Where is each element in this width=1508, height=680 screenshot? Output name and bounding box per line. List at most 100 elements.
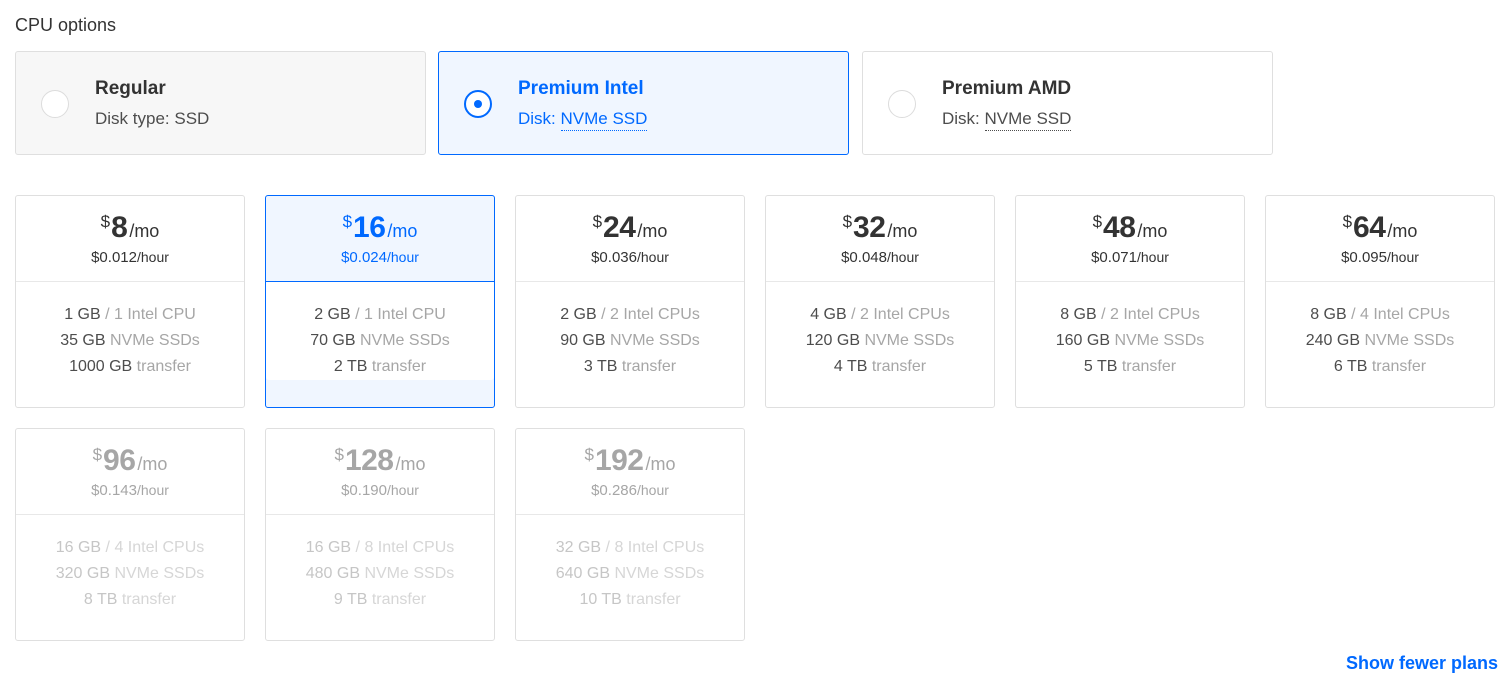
spec-disk: 70 GB NVMe SSDs bbox=[266, 328, 494, 354]
currency-symbol: $ bbox=[334, 445, 344, 464]
plan-card-32[interactable]: $32/mo $0.048/hour 4 GB / 2 Intel CPUs 1… bbox=[765, 195, 995, 408]
radio-button-selected[interactable] bbox=[464, 90, 492, 118]
spec-disk-type: NVMe SSDs bbox=[610, 332, 700, 349]
hourly-price: $0.190/hour bbox=[266, 481, 494, 500]
spec-cpu: / 4 Intel CPUs bbox=[105, 539, 205, 556]
spec-transfer-label: transfer bbox=[626, 591, 681, 608]
hourly-unit: /hour bbox=[386, 249, 419, 265]
price-amount: 48 bbox=[1103, 211, 1136, 244]
plan-specs: 8 GB / 4 Intel CPUs 240 GB NVMe SSDs 6 T… bbox=[1266, 282, 1494, 380]
plan-price-header: $128/mo $0.190/hour bbox=[266, 429, 494, 515]
plan-price-header: $16/mo $0.024/hour bbox=[266, 196, 494, 282]
plan-card-96[interactable]: $96/mo $0.143/hour 16 GB / 4 Intel CPUs … bbox=[15, 428, 245, 641]
hourly-unit: /hour bbox=[886, 249, 919, 265]
disk-value-tooltip[interactable]: NVMe SSD bbox=[984, 109, 1072, 131]
price-period: /mo bbox=[1137, 221, 1168, 241]
monthly-price: $8/mo bbox=[16, 210, 244, 246]
spec-disk-size: 160 GB bbox=[1055, 332, 1110, 349]
spec-disk-size: 35 GB bbox=[60, 332, 106, 349]
radio-button[interactable] bbox=[888, 90, 916, 118]
plan-price-header: $64/mo $0.095/hour bbox=[1266, 196, 1494, 282]
spec-transfer: 1000 GB transfer bbox=[16, 354, 244, 380]
spec-memory-cpu: 2 GB / 1 Intel CPU bbox=[266, 302, 494, 328]
currency-symbol: $ bbox=[92, 445, 103, 464]
spec-ram: 2 GB bbox=[314, 306, 351, 323]
spec-cpu: / 1 Intel CPU bbox=[355, 306, 446, 323]
plan-card-8[interactable]: $8/mo $0.012/hour 1 GB / 1 Intel CPU 35 … bbox=[15, 195, 245, 408]
hourly-unit: /hour bbox=[1386, 249, 1419, 265]
spec-cpu: / 4 Intel CPUs bbox=[1351, 306, 1450, 323]
spec-ram: 1 GB bbox=[64, 306, 101, 323]
price-amount: 16 bbox=[353, 211, 386, 244]
spec-transfer-label: transfer bbox=[1121, 358, 1177, 375]
spec-transfer-label: transfer bbox=[871, 358, 927, 375]
price-period: /mo bbox=[129, 221, 160, 241]
price-period: /mo bbox=[387, 221, 418, 241]
spec-disk: 120 GB NVMe SSDs bbox=[766, 328, 994, 354]
spec-transfer: 5 TB transfer bbox=[1016, 354, 1244, 380]
cpu-option-disk: Disk: NVMe SSD bbox=[942, 108, 1072, 131]
spec-disk-size: 320 GB bbox=[55, 565, 110, 582]
hourly-amount: $0.143 bbox=[91, 482, 137, 499]
plan-price-header: $192/mo $0.286/hour bbox=[516, 429, 744, 515]
plan-card-48[interactable]: $48/mo $0.071/hour 8 GB / 2 Intel CPUs 1… bbox=[1015, 195, 1245, 408]
hourly-amount: $0.036 bbox=[591, 249, 637, 266]
hourly-price: $0.024/hour bbox=[266, 248, 494, 267]
plan-card-64[interactable]: $64/mo $0.095/hour 8 GB / 4 Intel CPUs 2… bbox=[1265, 195, 1495, 408]
plan-card-24[interactable]: $24/mo $0.036/hour 2 GB / 2 Intel CPUs 9… bbox=[515, 195, 745, 408]
currency-symbol: $ bbox=[592, 212, 603, 231]
cpu-option-title: Premium AMD bbox=[942, 78, 1072, 99]
spec-transfer-label: transfer bbox=[371, 358, 427, 375]
spec-disk: 240 GB NVMe SSDs bbox=[1266, 328, 1494, 354]
monthly-price: $128/mo bbox=[266, 443, 494, 479]
spec-disk-type: NVMe SSDs bbox=[614, 565, 705, 582]
disk-value-tooltip[interactable]: NVMe SSD bbox=[560, 109, 648, 131]
monthly-price: $192/mo bbox=[516, 443, 744, 479]
plan-price-header: $96/mo $0.143/hour bbox=[16, 429, 244, 515]
currency-symbol: $ bbox=[584, 445, 594, 464]
spec-disk-size: 90 GB bbox=[560, 332, 606, 349]
spec-transfer-label: transfer bbox=[121, 591, 177, 608]
price-period: /mo bbox=[887, 221, 918, 241]
price-period: /mo bbox=[137, 454, 168, 474]
spec-disk-type: NVMe SSDs bbox=[1364, 332, 1455, 349]
spec-transfer-amount: 9 TB bbox=[333, 591, 368, 608]
plan-card-128[interactable]: $128/mo $0.190/hour 16 GB / 8 Intel CPUs… bbox=[265, 428, 495, 641]
hourly-amount: $0.024 bbox=[341, 249, 387, 266]
cpu-option-regular[interactable]: Regular Disk type: SSD bbox=[15, 51, 426, 155]
currency-symbol: $ bbox=[1342, 212, 1353, 231]
spec-transfer-amount: 1000 GB bbox=[69, 358, 133, 375]
monthly-price: $96/mo bbox=[16, 443, 244, 479]
plan-card-192[interactable]: $192/mo $0.286/hour 32 GB / 8 Intel CPUs… bbox=[515, 428, 745, 641]
spec-memory-cpu: 8 GB / 4 Intel CPUs bbox=[1266, 302, 1494, 328]
currency-symbol: $ bbox=[1092, 212, 1103, 231]
currency-symbol: $ bbox=[342, 212, 353, 231]
hourly-unit: /hour bbox=[636, 249, 669, 265]
spec-transfer: 2 TB transfer bbox=[266, 354, 494, 380]
spec-transfer: 8 TB transfer bbox=[16, 587, 244, 613]
price-period: /mo bbox=[395, 454, 426, 474]
cpu-option-premium-intel[interactable]: Premium Intel Disk: NVMe SSD bbox=[438, 51, 849, 155]
disk-label: Disk: bbox=[942, 109, 980, 128]
spec-transfer-label: transfer bbox=[371, 591, 427, 608]
spec-transfer-label: transfer bbox=[1371, 358, 1427, 375]
spec-disk-type: NVMe SSDs bbox=[360, 332, 450, 349]
spec-ram: 8 GB bbox=[1060, 306, 1097, 323]
currency-symbol: $ bbox=[100, 212, 111, 231]
radio-button[interactable] bbox=[41, 90, 69, 118]
hourly-amount: $0.190 bbox=[341, 482, 387, 499]
cpu-option-title: Regular bbox=[95, 78, 166, 99]
hourly-unit: /hour bbox=[136, 482, 169, 498]
monthly-price: $32/mo bbox=[766, 210, 994, 246]
cpu-option-premium-amd[interactable]: Premium AMD Disk: NVMe SSD bbox=[862, 51, 1273, 155]
disk-value: SSD bbox=[174, 109, 210, 128]
hourly-price: $0.143/hour bbox=[16, 481, 244, 500]
cpu-option-title: Premium Intel bbox=[518, 78, 644, 99]
spec-disk: 320 GB NVMe SSDs bbox=[16, 561, 244, 587]
show-fewer-plans-link[interactable]: Show fewer plans bbox=[1346, 652, 1498, 674]
spec-ram: 2 GB bbox=[560, 306, 597, 323]
spec-memory-cpu: 16 GB / 4 Intel CPUs bbox=[16, 535, 244, 561]
monthly-price: $24/mo bbox=[516, 210, 744, 246]
plan-card-16[interactable]: $16/mo $0.024/hour 2 GB / 1 Intel CPU 70… bbox=[265, 195, 495, 408]
hourly-price: $0.012/hour bbox=[16, 248, 244, 267]
